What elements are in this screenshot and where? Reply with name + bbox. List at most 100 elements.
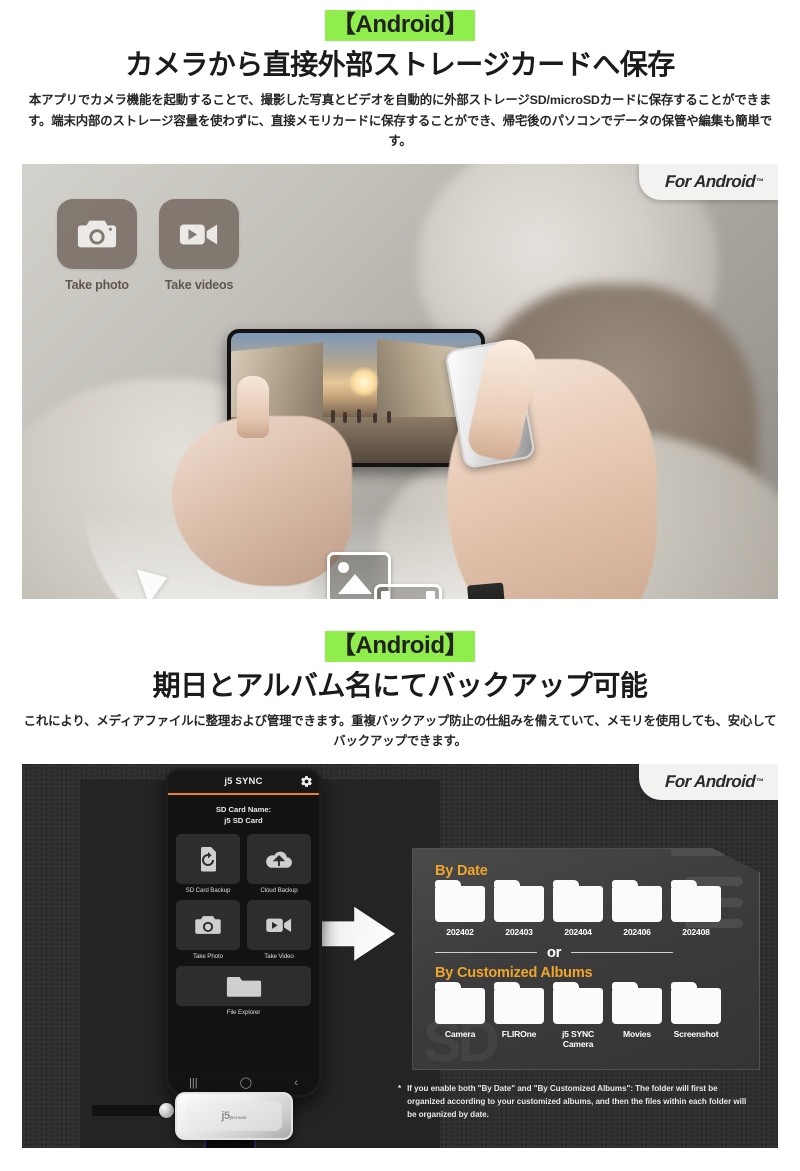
divider-line-right bbox=[571, 951, 674, 953]
app-button-cloud-backup[interactable]: Cloud Backup bbox=[247, 833, 311, 894]
folder-item[interactable]: 202406 bbox=[612, 879, 662, 937]
folder-name: 202406 bbox=[623, 926, 651, 937]
back-icon[interactable]: ‹ bbox=[294, 1077, 298, 1089]
sd-card-name-block: SD Card Name: j5 SD Card bbox=[168, 795, 319, 834]
sd-card-footnote: * If you enable both "By Date" and "By C… bbox=[398, 1082, 748, 1121]
folder-name: Movies bbox=[623, 1028, 651, 1039]
camera-icon-glyph bbox=[77, 220, 117, 247]
android-tag-wrap-1: 【Android】 bbox=[0, 0, 800, 42]
phone-app-mockup: j5 SYNC SD Card Name: j5 SD Card SD Card… bbox=[165, 767, 322, 1098]
section-camera-save: 【Android】 カメラから直接外部ストレージカードへ保存 本アプリでカメラ機… bbox=[0, 0, 800, 599]
footnote-text: If you enable both "By Date" and "By Cus… bbox=[407, 1084, 747, 1120]
folder-name: 202408 bbox=[682, 926, 710, 937]
folder-name: FLIROne bbox=[501, 1028, 537, 1039]
app-title: j5 SYNC bbox=[224, 776, 263, 788]
sd-card-name-label: SD Card Name: bbox=[215, 804, 272, 814]
page-title: 期日とアルバム名にてバックアップ可能 bbox=[152, 669, 648, 701]
app-header: j5 SYNC bbox=[168, 770, 319, 793]
app-button-label: Take Video bbox=[264, 952, 294, 960]
sd-card-name-value: j5 SD Card bbox=[224, 816, 263, 826]
video-camera-icon-glyph bbox=[266, 918, 292, 932]
app-button-label: Take Photo bbox=[193, 952, 223, 960]
film-strip-holes bbox=[381, 590, 435, 599]
folder-name: 202402 bbox=[446, 926, 474, 937]
cloud-upload-icon[interactable] bbox=[247, 833, 311, 884]
sun-glow bbox=[349, 366, 379, 397]
drive-logo: j5j5create bbox=[221, 1109, 247, 1122]
group-title: By Date bbox=[435, 862, 488, 879]
page-title: カメラから直接外部ストレージカードへ保存 bbox=[125, 49, 675, 81]
folder-icon bbox=[671, 879, 721, 922]
gear-icon[interactable] bbox=[300, 775, 313, 788]
tile-take-videos[interactable]: Take videos bbox=[159, 198, 239, 292]
trademark-symbol: ™ bbox=[756, 777, 764, 787]
photo-icon-sun bbox=[338, 561, 349, 573]
camera-feature-image: Take photo Take videos For Android ™ bbox=[22, 163, 778, 599]
folder-item[interactable]: FLIROne bbox=[494, 981, 544, 1050]
film-strip-icon bbox=[374, 583, 442, 599]
folder-name: j5 SYNC Camera bbox=[561, 1028, 595, 1050]
video-camera-icon[interactable] bbox=[247, 899, 311, 950]
drive-connector bbox=[467, 582, 507, 599]
folder-list: 202402 202403 202404 202406 202408 bbox=[435, 879, 721, 937]
left-index-finger bbox=[237, 375, 269, 438]
app-button-label: Cloud Backup bbox=[260, 886, 298, 894]
photo-icon-mountain bbox=[338, 573, 372, 594]
drive-face: j5j5create bbox=[186, 1100, 282, 1131]
android-platform-tag: 【Android】 bbox=[324, 10, 476, 42]
folder-item[interactable]: Camera bbox=[435, 981, 485, 1050]
section-description: これにより、メディアファイルに整理および管理できます。重複バックアップ防止の仕組… bbox=[23, 713, 777, 749]
folder-icon bbox=[612, 981, 662, 1024]
sd-card-diagram: SD By Date 202402 202403 202404 202406 2… bbox=[412, 847, 760, 1070]
tile-label: Take photo bbox=[65, 277, 129, 292]
for-android-badge: For Android ™ bbox=[638, 163, 778, 200]
app-button-label: SD Card Backup bbox=[185, 886, 231, 894]
folder-icon[interactable] bbox=[176, 965, 311, 1006]
folder-item[interactable]: 202408 bbox=[671, 879, 721, 937]
folder-item[interactable]: Movies bbox=[612, 981, 662, 1050]
folder-icon bbox=[435, 981, 485, 1024]
section-description: 本アプリでカメラ機能を起動することで、撮影した写真とビデオを自動的に外部ストレー… bbox=[28, 93, 772, 149]
folder-icon bbox=[612, 879, 662, 922]
camera-icon[interactable] bbox=[57, 198, 137, 269]
footnote-marker: * bbox=[398, 1084, 402, 1093]
section-backup-by-date: 【Android】 期日とアルバム名にてバックアップ可能 これにより、メディアフ… bbox=[0, 621, 800, 1148]
divider-line-left bbox=[435, 951, 537, 953]
recents-icon[interactable]: ||| bbox=[189, 1077, 198, 1089]
folder-item[interactable]: j5 SYNC Camera bbox=[553, 981, 603, 1050]
folder-item[interactable]: Screenshot bbox=[671, 981, 721, 1050]
folder-icon bbox=[553, 879, 603, 922]
tile-take-photo[interactable]: Take photo bbox=[57, 198, 137, 292]
trademark-symbol: ™ bbox=[756, 177, 764, 187]
for-android-badge: For Android ™ bbox=[638, 763, 778, 800]
folder-name: Camera bbox=[444, 1028, 476, 1039]
for-android-label: For Android bbox=[664, 771, 756, 791]
camera-icon[interactable] bbox=[176, 899, 240, 950]
divider-label: or bbox=[546, 943, 562, 961]
pedestrians bbox=[327, 401, 397, 423]
sd-card-backup-icon[interactable] bbox=[176, 833, 240, 884]
folder-name: 202403 bbox=[505, 926, 533, 937]
app-button-take-video[interactable]: Take Video bbox=[247, 899, 311, 960]
drive-logo-sub: j5create bbox=[229, 1114, 247, 1120]
j5create-drive: j5j5create bbox=[175, 1091, 293, 1140]
folder-icon bbox=[494, 981, 544, 1024]
tile-label: Take videos bbox=[164, 277, 234, 292]
folder-item[interactable]: 202402 bbox=[435, 879, 485, 937]
folder-item[interactable]: 202403 bbox=[494, 879, 544, 937]
app-button-take-photo[interactable]: Take Photo bbox=[176, 899, 240, 960]
android-platform-tag: 【Android】 bbox=[324, 630, 476, 662]
folder-item[interactable]: 202404 bbox=[553, 879, 603, 937]
overlay-action-tiles: Take photo Take videos bbox=[57, 198, 239, 292]
video-camera-icon[interactable] bbox=[159, 198, 239, 269]
folder-group-by-albums: By Customized Albums Camera FLIROne j5 S… bbox=[435, 965, 721, 1050]
video-camera-icon-glyph bbox=[179, 224, 218, 245]
folder-name: 202404 bbox=[564, 926, 592, 937]
for-android-label: For Android bbox=[664, 171, 756, 191]
app-button-file-explorer[interactable]: File Explorer bbox=[176, 965, 311, 1016]
folder-icon bbox=[435, 879, 485, 922]
or-divider: or bbox=[435, 943, 674, 961]
home-icon[interactable]: ◯ bbox=[240, 1076, 252, 1089]
app-button-sd-card-backup[interactable]: SD Card Backup bbox=[176, 833, 240, 894]
folder-list: Camera FLIROne j5 SYNC Camera Movies Scr… bbox=[435, 981, 721, 1050]
